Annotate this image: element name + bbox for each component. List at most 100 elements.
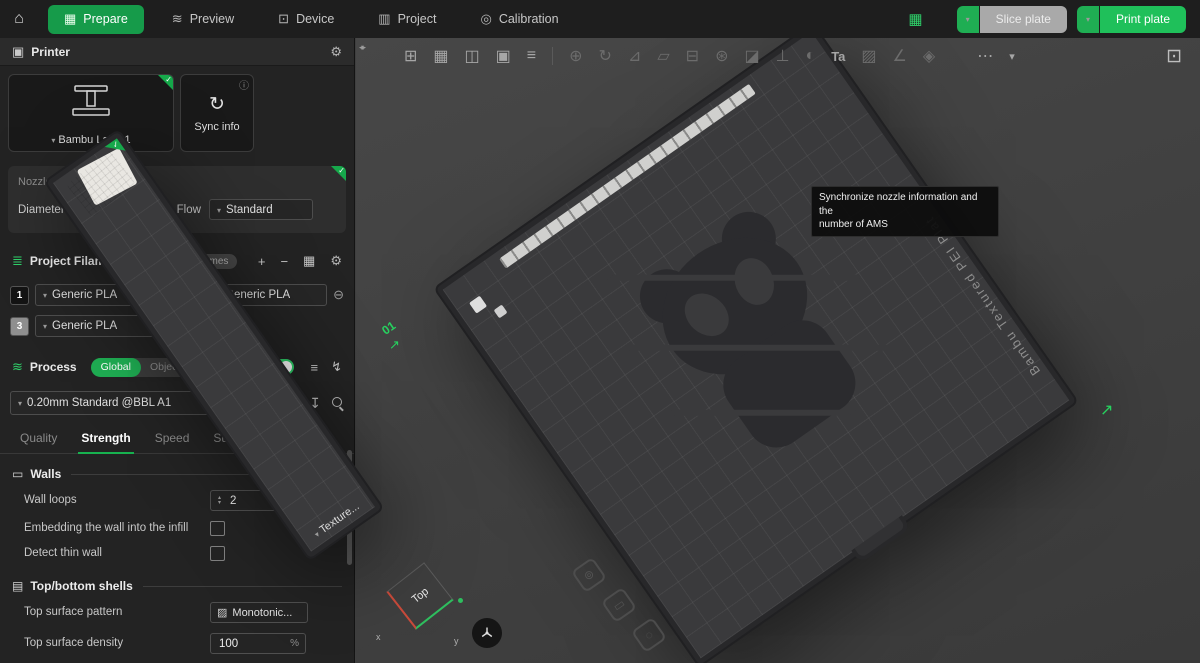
chevron-down-icon: [18, 397, 22, 409]
topbar-right: ▦ Slice plate Print plate: [908, 5, 1200, 33]
tab-calibration[interactable]: ◎ Calibration: [458, 0, 580, 38]
ams-status-icon[interactable]: ▦: [908, 10, 922, 28]
camera-view-button[interactable]: [472, 618, 502, 648]
top-surface-pattern-value: Monotonic...: [232, 606, 293, 619]
bambu-studio-window: ⌂ ▦ Prepare ≋ Preview ⊡ Device ▥ Project…: [0, 0, 1200, 663]
stepper-arrows-icon[interactable]: ▴ ▾: [211, 495, 224, 506]
print-dropdown-chevron[interactable]: [1076, 5, 1099, 33]
top-surface-density-value: 100: [219, 637, 239, 650]
cut-icon[interactable]: ⊟: [686, 46, 699, 66]
sync-refresh-icon: ↻: [209, 94, 225, 115]
color-paint-icon[interactable]: ◐: [806, 47, 816, 65]
chevron-down-icon: [51, 134, 55, 146]
home-button[interactable]: ⌂: [0, 0, 38, 38]
scale-icon[interactable]: ⊿: [628, 46, 641, 66]
filament-name: Generic PLA: [52, 289, 118, 301]
printer-card[interactable]: Bambu Lab A1 ✓: [8, 74, 174, 152]
percent-suffix: %: [290, 638, 299, 649]
tab-project-label: Project: [397, 12, 437, 26]
plate-marker-icon: ▭: [600, 586, 638, 624]
shells-icon: ▤: [12, 579, 24, 593]
axis-gizmo-icon: [481, 627, 493, 638]
axis-y-label: y: [454, 636, 459, 646]
chevron-down-icon: [43, 320, 47, 332]
view-orientation-gizmo[interactable]: Top x y: [374, 560, 469, 655]
tooltip-line-1: Synchronize nozzle information and the: [819, 192, 978, 217]
view-mode-list-icon[interactable]: ≡: [311, 360, 319, 375]
print-plate-button[interactable]: Print plate: [1099, 5, 1186, 33]
info-icon[interactable]: ⓘ: [239, 77, 249, 92]
tab-device[interactable]: ⊡ Device: [256, 0, 356, 38]
top-surface-density-input[interactable]: 100 %: [210, 633, 306, 654]
top-surface-density-row: Top surface density 100 %: [0, 628, 354, 659]
viewport-3d[interactable]: ◂▸ ⊞ ▦ ◫ ▣ ≡ ⊕ ↻ ⊿ ▱ ⊟ ⊛ ◪ ⊥ ◐ Ta ▨ ∠ ◈ …: [356, 38, 1200, 663]
plate-marker-icon: ⊚: [570, 556, 608, 594]
slice-plate-button[interactable]: Slice plate: [979, 5, 1067, 33]
tab-calibration-label: Calibration: [498, 12, 559, 26]
boolean-icon[interactable]: ⊛: [715, 46, 728, 66]
fuzzy-skin-icon[interactable]: ▨: [861, 46, 876, 66]
plate-axis-arrow-icon: ↗: [1100, 402, 1114, 419]
filament-settings-gear-icon[interactable]: ⚙: [330, 253, 342, 269]
filament-color-swatch[interactable]: 3: [10, 316, 29, 336]
filament-color-swatch[interactable]: 1: [10, 285, 29, 305]
move-icon[interactable]: ⊕: [569, 46, 582, 66]
top-bar: ⌂ ▦ Prepare ≋ Preview ⊡ Device ▥ Project…: [0, 0, 1200, 38]
remove-filament-icon[interactable]: −: [280, 254, 288, 269]
plate-number-label: 01: [379, 318, 399, 338]
top-surface-pattern-label: Top surface pattern: [24, 606, 123, 619]
chevron-down-icon: [1086, 14, 1090, 24]
printer-cards: Bambu Lab A1 ✓ Texture... ✓ ↻ Sync info …: [0, 66, 382, 559]
thin-wall-label: Detect thin wall: [24, 547, 102, 560]
tools-chevron-icon[interactable]: ▾: [1009, 50, 1015, 63]
flow-select[interactable]: Standard: [208, 199, 313, 220]
tab-quality[interactable]: Quality: [8, 423, 69, 453]
seam-paint-icon[interactable]: ◪: [744, 46, 759, 66]
check-icon: ✓: [338, 166, 345, 175]
scope-global-button[interactable]: Global: [90, 357, 141, 377]
tab-strength[interactable]: Strength: [69, 423, 142, 454]
printer-settings-gear-icon[interactable]: ⚙: [330, 44, 342, 60]
lay-flat-icon[interactable]: ▱: [657, 46, 669, 66]
gizmo-top-face[interactable]: Top: [386, 562, 454, 630]
top-surface-pattern-select[interactable]: ▨ Monotonic...: [210, 602, 308, 623]
sidebar-collapse-handle[interactable]: ◂▸: [359, 42, 366, 53]
delete-filament-icon[interactable]: ⊖: [333, 287, 344, 303]
advanced-options-icon[interactable]: ↯: [331, 359, 342, 375]
rotate-icon[interactable]: ↻: [599, 46, 612, 66]
arrange-plate-icon[interactable]: ⊡: [1166, 45, 1182, 68]
object-list-icon[interactable]: ≡: [527, 47, 536, 65]
slice-dropdown-chevron[interactable]: [956, 5, 979, 33]
support-paint-icon[interactable]: ⊥: [776, 46, 790, 66]
tab-preview[interactable]: ≋ Preview: [150, 0, 256, 38]
add-object-icon[interactable]: ⊞: [404, 46, 417, 66]
filament-select[interactable]: Generic PLA: [35, 315, 155, 337]
text-tool-icon[interactable]: Ta: [831, 49, 845, 64]
more-tools-icon[interactable]: ⋯: [977, 46, 993, 66]
gizmo-y-axis-dot: [458, 598, 463, 603]
tab-speed[interactable]: Speed: [143, 423, 202, 453]
embed-wall-checkbox[interactable]: [210, 521, 225, 536]
ams-icon[interactable]: ▦: [303, 253, 315, 269]
thin-wall-checkbox[interactable]: [210, 546, 225, 561]
gizmo-top-label: Top: [409, 585, 431, 606]
measure-icon[interactable]: ∠: [893, 46, 907, 66]
add-filament-icon[interactable]: +: [258, 254, 266, 269]
sync-info-label: Sync info: [194, 121, 240, 133]
add-plate-icon[interactable]: ▦: [433, 46, 448, 66]
sync-info-button[interactable]: ↻ Sync info ⓘ: [180, 74, 254, 152]
plate-type-dropdown[interactable]: Texture...: [312, 500, 362, 540]
plate-origin-arrow-icon: ↗: [389, 337, 400, 352]
search-icon[interactable]: [332, 397, 344, 409]
build-plate[interactable]: Bambu Textured PEI Plat: [435, 38, 1077, 663]
import-file-icon[interactable]: ◫: [465, 46, 480, 66]
filament-name: Generic PLA: [52, 320, 118, 332]
tab-project[interactable]: ▥ Project: [356, 0, 458, 38]
plate-corner-chip: [493, 304, 508, 319]
split-window-icon[interactable]: ▣: [496, 46, 511, 66]
walls-icon: ▭: [12, 467, 24, 481]
plate-marker-icon: ◌: [630, 616, 668, 654]
assembly-view-icon[interactable]: ◈: [923, 46, 935, 66]
tab-prepare[interactable]: ▦ Prepare: [48, 4, 144, 34]
toolbar-separator: [552, 47, 554, 65]
